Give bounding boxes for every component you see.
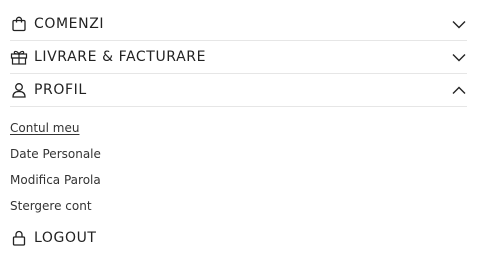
chevron-down-icon[interactable]	[451, 49, 467, 65]
lock-icon	[10, 229, 28, 247]
logout-label: LOGOUT	[34, 230, 97, 246]
profil-submenu: Contul meu Date Personale Modifica Parol…	[10, 107, 467, 219]
chevron-down-icon[interactable]	[451, 16, 467, 32]
section-label: PROFIL	[34, 82, 87, 98]
chevron-up-icon[interactable]	[451, 82, 467, 98]
gift-box-icon	[10, 48, 28, 66]
shopping-bag-icon	[10, 15, 28, 33]
submenu-item-contul-meu[interactable]: Contul meu	[10, 115, 79, 141]
submenu-item-stergere-cont[interactable]: Stergere cont	[10, 193, 92, 219]
logout-button[interactable]: LOGOUT	[10, 226, 97, 250]
section-label: LIVRARE & FACTURARE	[34, 49, 207, 65]
submenu-item-modifica-parola[interactable]: Modifica Parola	[10, 167, 101, 193]
section-label: COMENZI	[34, 16, 105, 32]
section-livrare-facturare[interactable]: LIVRARE & FACTURARE	[10, 41, 467, 74]
submenu-item-date-personale[interactable]: Date Personale	[10, 141, 101, 167]
account-menu: COMENZI LIVRARE & FACTURARE PROFIL Contu…	[10, 8, 467, 219]
user-icon	[10, 81, 28, 99]
section-comenzi[interactable]: COMENZI	[10, 8, 467, 41]
section-profil[interactable]: PROFIL	[10, 74, 467, 107]
